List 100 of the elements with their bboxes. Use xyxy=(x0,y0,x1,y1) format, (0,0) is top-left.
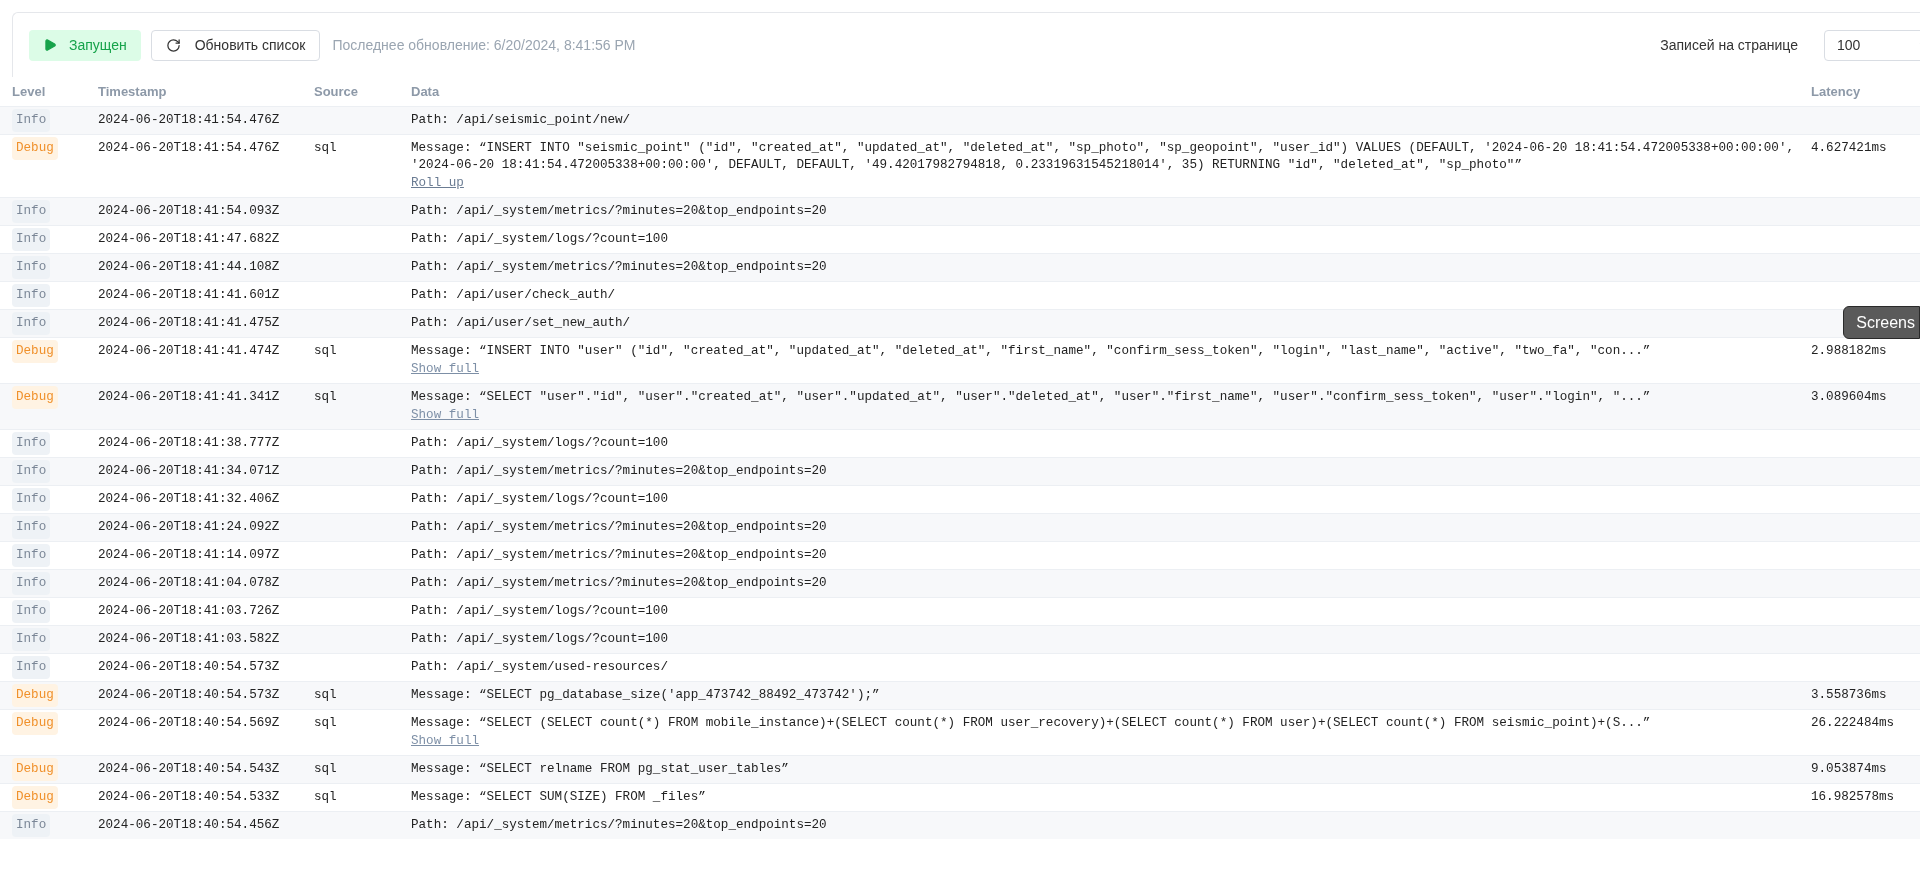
source-cell: sql xyxy=(314,344,337,358)
source-cell: sql xyxy=(314,688,337,702)
data-cell-text: Message: “INSERT INTO "seismic_point" ("id", "created_at", "updated_at", "deleted_at", "sp_photo", "sp_geopoint", "user_id") VALUES (DEFAULT, '2024-06-20 18:41:54.472005338+00:00:00', '2024-06-20 18:41:54.472005338+00:00:00', DEFAULT, DEFAULT, '49.42017982794818, 0.23319631545218014', 35) RETURNING "id", "deleted_at", "sp_photo"” xyxy=(411,140,1796,174)
timestamp-cell: 2024-06-20T18:41:41.475Z xyxy=(98,316,280,330)
data-cell: Message: “SELECT relname FROM pg_stat_user_tables” xyxy=(411,761,789,778)
latency-cell: 26.222484ms xyxy=(1811,716,1895,730)
timestamp-cell: 2024-06-20T18:40:54.456Z xyxy=(98,818,280,832)
level-badge: Debug xyxy=(12,684,58,707)
column-header: Level xyxy=(12,83,46,99)
level-badge: Debug xyxy=(12,712,58,735)
timestamp-cell: 2024-06-20T18:41:41.474Z xyxy=(98,344,280,358)
timestamp-cell: 2024-06-20T18:40:54.543Z xyxy=(98,762,280,776)
source-cell: sql xyxy=(314,141,337,155)
level-badge: Info xyxy=(12,284,51,307)
timestamp-cell: 2024-06-20T18:41:03.726Z xyxy=(98,604,280,618)
timestamp-cell: 2024-06-20T18:41:54.476Z xyxy=(98,141,280,155)
timestamp-cell: 2024-06-20T18:40:54.573Z xyxy=(98,660,280,674)
expand-toggle-link[interactable]: Show full xyxy=(411,361,480,378)
level-badge: Info xyxy=(12,256,51,279)
latency-cell: 16.982578ms xyxy=(1811,790,1895,804)
timestamp-cell: 2024-06-20T18:41:03.582Z xyxy=(98,632,280,646)
data-cell: Path: /api/_system/metrics/?minutes=20&top_endpoints=20 xyxy=(411,203,827,220)
level-badge: Info xyxy=(12,460,51,483)
timestamp-cell: 2024-06-20T18:41:41.341Z xyxy=(98,390,280,404)
data-cell: Message: “SELECT (SELECT count(*) FROM mobile_instance)+(SELECT count(*) FROM user_recovery)+(SELECT count(*) FROM user)+(SELECT count(*) FROM seismic_point)+(S...” xyxy=(411,715,1651,732)
data-cell: Path: /api/_system/logs/?count=100 xyxy=(411,491,668,508)
timestamp-cell: 2024-06-20T18:40:54.573Z xyxy=(98,688,280,702)
column-header: Data xyxy=(411,83,440,99)
timestamp-cell: 2024-06-20T18:41:38.777Z xyxy=(98,436,280,450)
expand-toggle-link[interactable]: Roll up xyxy=(411,175,464,192)
data-cell: Path: /api/_system/logs/?count=100 xyxy=(411,231,668,248)
data-cell: Path: /api/_system/metrics/?minutes=20&top_endpoints=20 xyxy=(411,817,827,834)
data-cell: Path: /api/_system/logs/?count=100 xyxy=(411,603,668,620)
column-header: Latency xyxy=(1811,83,1861,99)
level-badge: Debug xyxy=(12,137,58,160)
latency-cell: 3.089604ms xyxy=(1811,390,1887,404)
latency-cell: 2.988182ms xyxy=(1811,344,1887,358)
data-cell: Path: /api/_system/metrics/?minutes=20&top_endpoints=20 xyxy=(411,519,827,536)
data-cell: Path: /api/_system/metrics/?minutes=20&top_endpoints=20 xyxy=(411,259,827,276)
status-button[interactable]: Запущен xyxy=(29,29,141,61)
level-badge: Info xyxy=(12,572,51,595)
level-badge: Info xyxy=(12,814,51,837)
level-badge: Info xyxy=(12,628,51,651)
data-cell: Path: /api/_system/used-resources/ xyxy=(411,659,668,676)
timestamp-cell: 2024-06-20T18:41:04.078Z xyxy=(98,576,280,590)
timestamp-cell: 2024-06-20T18:41:44.108Z xyxy=(98,260,280,274)
data-cell: Path: /api/_system/logs/?count=100 xyxy=(411,631,668,648)
data-cell: Path: /api/_system/metrics/?minutes=20&top_endpoints=20 xyxy=(411,575,827,592)
data-cell: Message: “INSERT INTO "user" ("id", "created_at", "updated_at", "deleted_at", "first_name", "confirm_sess_token", "login", "last_name", "active", "two_fa", "con...” xyxy=(411,343,1651,360)
data-cell: Message: “SELECT pg_database_size('app_473742_88492_473742');” xyxy=(411,687,880,704)
latency-cell: 9.053874ms xyxy=(1811,762,1887,776)
source-cell: sql xyxy=(314,390,337,404)
source-cell: sql xyxy=(314,762,337,776)
level-badge: Info xyxy=(12,109,51,132)
data-cell: Path: /api/_system/logs/?count=100 xyxy=(411,435,668,452)
level-badge: Debug xyxy=(12,786,58,809)
latency-cell: 3.558736ms xyxy=(1811,688,1887,702)
data-cell: Message: “SELECT SUM(SIZE) FROM _files” xyxy=(411,789,706,806)
level-badge: Info xyxy=(12,544,51,567)
column-header: Source xyxy=(314,83,359,99)
level-badge: Info xyxy=(12,432,51,455)
level-badge: Debug xyxy=(12,758,58,781)
timestamp-cell: 2024-06-20T18:41:14.097Z xyxy=(98,548,280,562)
page-size-select[interactable]: 100 xyxy=(1824,29,1920,61)
level-badge: Debug xyxy=(12,386,58,409)
expand-toggle-link[interactable]: Show full xyxy=(411,733,480,750)
timestamp-cell: 2024-06-20T18:41:32.406Z xyxy=(98,492,280,506)
timestamp-cell: 2024-06-20T18:41:47.682Z xyxy=(98,232,280,246)
level-badge: Info xyxy=(12,656,51,679)
data-cell: Path: /api/_system/metrics/?minutes=20&top_endpoints=20 xyxy=(411,463,827,480)
level-badge: Info xyxy=(12,600,51,623)
level-badge: Info xyxy=(12,228,51,251)
timestamp-cell: 2024-06-20T18:41:24.092Z xyxy=(98,520,280,534)
source-cell: sql xyxy=(314,790,337,804)
tooltip: Screens xyxy=(1843,306,1920,339)
timestamp-cell: 2024-06-20T18:40:54.569Z xyxy=(98,716,280,730)
timestamp-cell: 2024-06-20T18:40:54.533Z xyxy=(98,790,280,804)
last-update-text: Последнее обновление: 6/20/2024, 8:41:56 PM xyxy=(332,35,636,55)
level-badge: Info xyxy=(12,488,51,511)
data-cell: Path: /api/user/set_new_auth/ xyxy=(411,315,631,332)
refresh-button[interactable]: Обновить список xyxy=(150,29,321,61)
timestamp-cell: 2024-06-20T18:41:34.071Z xyxy=(98,464,280,478)
level-badge: Debug xyxy=(12,340,58,363)
data-cell: Path: /api/user/check_auth/ xyxy=(411,287,616,304)
level-badge: Info xyxy=(12,516,51,539)
timestamp-cell: 2024-06-20T18:41:54.476Z xyxy=(98,113,280,127)
column-header: Timestamp xyxy=(98,83,167,99)
level-badge: Info xyxy=(12,200,51,223)
play-icon xyxy=(43,38,57,52)
level-badge: Info xyxy=(12,312,51,335)
data-cell: Path: /api/_system/metrics/?minutes=20&top_endpoints=20 xyxy=(411,547,827,564)
refresh-icon xyxy=(165,37,181,53)
page-size-label: Записей на странице xyxy=(1660,35,1798,55)
source-cell: sql xyxy=(314,716,337,730)
timestamp-cell: 2024-06-20T18:41:54.093Z xyxy=(98,204,280,218)
data-cell: Message: “SELECT "user"."id", "user"."created_at", "user"."updated_at", "user"."deleted_at", "user"."first_name", "user"."confirm_sess_token", "user"."login", "...” xyxy=(411,389,1651,406)
latency-cell: 4.627421ms xyxy=(1811,141,1887,155)
expand-toggle-link[interactable]: Show full xyxy=(411,407,480,424)
timestamp-cell: 2024-06-20T18:41:41.601Z xyxy=(98,288,280,302)
data-cell: Path: /api/seismic_point/new/ xyxy=(411,112,631,129)
